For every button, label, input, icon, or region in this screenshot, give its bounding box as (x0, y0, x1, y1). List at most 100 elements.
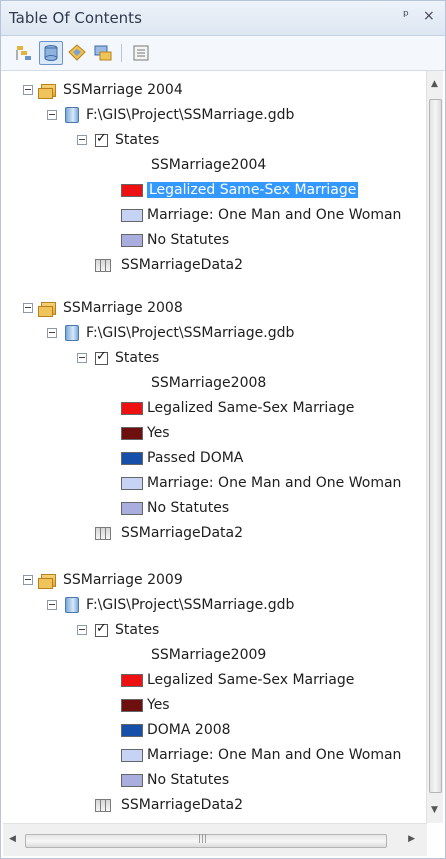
legend-item[interactable]: Marriage: One Man and One Woman (121, 204, 401, 226)
layer-row[interactable]: States (77, 347, 159, 369)
layer-row[interactable]: States (77, 129, 159, 151)
horizontal-scrollbar[interactable]: ◀ ||| ▶ (3, 823, 427, 856)
layer-name[interactable]: States (115, 132, 159, 148)
vertical-scroll-thumb[interactable] (429, 99, 442, 793)
data-source-row[interactable]: F:\GIS\Project\SSMarriage.gdb (47, 322, 294, 344)
layer-visibility-checkbox[interactable] (95, 621, 108, 637)
legend-label[interactable]: Passed DOMA (147, 450, 243, 466)
legend-label[interactable]: No Statutes (147, 500, 229, 516)
geodatabase-icon (65, 107, 79, 123)
legend-swatch (121, 673, 143, 687)
data-source-row[interactable]: F:\GIS\Project\SSMarriage.gdb (47, 594, 294, 616)
table-icon (95, 798, 111, 812)
toolbar (1, 36, 445, 71)
legend-label[interactable]: Legalized Same-Sex Marriage (147, 672, 354, 688)
legend-swatch (121, 476, 143, 490)
collapse-icon[interactable] (47, 110, 57, 120)
legend-item[interactable]: Legalized Same-Sex Marriage (121, 179, 359, 201)
scroll-right-icon[interactable]: ▶ (408, 834, 415, 844)
legend-item[interactable]: No Statutes (121, 497, 229, 519)
legend-label[interactable]: No Statutes (147, 232, 229, 248)
data-source-row[interactable]: F:\GIS\Project\SSMarriage.gdb (47, 104, 294, 126)
scroll-left-icon[interactable]: ◀ (9, 834, 16, 844)
data-frame-name[interactable]: SSMarriage 2009 (63, 572, 183, 588)
legend-item[interactable]: Legalized Same-Sex Marriage (121, 669, 354, 691)
legend-item[interactable]: Marriage: One Man and One Woman (121, 472, 401, 494)
legend-label[interactable]: Yes (147, 697, 170, 713)
symbology-field-name: SSMarriage2004 (151, 157, 267, 173)
legend-label[interactable]: Legalized Same-Sex Marriage (147, 182, 359, 198)
symbology-field-row: SSMarriage2009 (151, 644, 266, 666)
legend-item[interactable]: DOMA 2008 (121, 719, 231, 741)
list-by-source-icon[interactable] (39, 41, 63, 65)
geodatabase-icon (65, 325, 79, 341)
legend-item[interactable]: No Statutes (121, 229, 229, 251)
table-name[interactable]: SSMarriageData2 (121, 525, 243, 541)
table-of-contents-panel: Table Of Contents ᵖ × SSMarriage 2004 F:\… (0, 0, 446, 859)
legend-label[interactable]: No Statutes (147, 772, 229, 788)
standalone-table-row[interactable]: SSMarriageData2 (95, 794, 243, 816)
legend-swatch (121, 451, 143, 465)
legend-label[interactable]: Marriage: One Man and One Woman (147, 207, 401, 223)
data-frame-row[interactable]: SSMarriage 2009 (23, 569, 183, 591)
symbology-field-name: SSMarriage2009 (151, 647, 267, 663)
legend-item[interactable]: Yes (121, 422, 170, 444)
pin-icon[interactable]: ᵖ (403, 8, 409, 24)
horizontal-scroll-thumb[interactable]: ||| (25, 834, 387, 848)
collapse-icon[interactable] (77, 353, 87, 363)
vertical-scrollbar[interactable]: ▲ ▼ (426, 71, 443, 823)
collapse-icon[interactable] (47, 328, 57, 338)
data-frame-row[interactable]: SSMarriage 2008 (23, 297, 183, 319)
legend-label[interactable]: Legalized Same-Sex Marriage (147, 400, 354, 416)
legend-label[interactable]: Yes (147, 425, 170, 441)
standalone-table-row[interactable]: SSMarriageData2 (95, 522, 243, 544)
layer-visibility-checkbox[interactable] (95, 131, 108, 147)
legend-item[interactable]: Yes (121, 694, 170, 716)
data-frame-name[interactable]: SSMarriage 2004 (63, 82, 183, 98)
legend-label[interactable]: Marriage: One Man and One Woman (147, 475, 401, 491)
collapse-icon[interactable] (23, 85, 33, 95)
legend-swatch (121, 501, 143, 515)
data-source-path[interactable]: F:\GIS\Project\SSMarriage.gdb (86, 325, 294, 341)
layer-visibility-checkbox[interactable] (95, 349, 108, 365)
data-frame-icon (38, 301, 56, 317)
list-by-visibility-icon[interactable] (65, 41, 89, 65)
legend-label[interactable]: Marriage: One Man and One Woman (147, 747, 401, 763)
data-source-path[interactable]: F:\GIS\Project\SSMarriage.gdb (86, 597, 294, 613)
legend-swatch (121, 401, 143, 415)
legend-swatch (121, 698, 143, 712)
layer-name[interactable]: States (115, 622, 159, 638)
legend-item[interactable]: No Statutes (121, 769, 229, 791)
close-icon[interactable]: × (423, 8, 435, 24)
legend-item[interactable]: Legalized Same-Sex Marriage (121, 397, 354, 419)
options-icon[interactable] (129, 41, 153, 65)
scroll-down-icon[interactable]: ▼ (431, 805, 438, 815)
legend-swatch (121, 233, 143, 247)
table-name[interactable]: SSMarriageData2 (121, 257, 243, 273)
standalone-table-row[interactable]: SSMarriageData2 (95, 254, 243, 276)
data-source-path[interactable]: F:\GIS\Project\SSMarriage.gdb (86, 107, 294, 123)
layer-tree: SSMarriage 2004 F:\GIS\Project\SSMarriage… (3, 71, 427, 823)
legend-item[interactable]: Marriage: One Man and One Woman (121, 744, 401, 766)
legend-swatch (121, 723, 143, 737)
legend-label[interactable]: DOMA 2008 (147, 722, 231, 738)
list-by-drawing-order-icon[interactable] (13, 41, 37, 65)
collapse-icon[interactable] (77, 135, 87, 145)
collapse-icon[interactable] (47, 600, 57, 610)
layer-name[interactable]: States (115, 350, 159, 366)
title-bar: Table Of Contents ᵖ × (1, 1, 445, 36)
collapse-icon[interactable] (23, 303, 33, 313)
data-frame-icon (38, 573, 56, 589)
collapse-icon[interactable] (23, 575, 33, 585)
legend-swatch (121, 748, 143, 762)
list-by-selection-icon[interactable] (91, 41, 115, 65)
layer-row[interactable]: States (77, 619, 159, 641)
data-frame-name[interactable]: SSMarriage 2008 (63, 300, 183, 316)
table-name[interactable]: SSMarriageData2 (121, 797, 243, 813)
panel-title: Table Of Contents (9, 9, 142, 27)
scroll-up-icon[interactable]: ▲ (431, 79, 438, 89)
collapse-icon[interactable] (77, 625, 87, 635)
data-frame-row[interactable]: SSMarriage 2004 (23, 79, 183, 101)
table-icon (95, 258, 111, 272)
legend-item[interactable]: Passed DOMA (121, 447, 243, 469)
